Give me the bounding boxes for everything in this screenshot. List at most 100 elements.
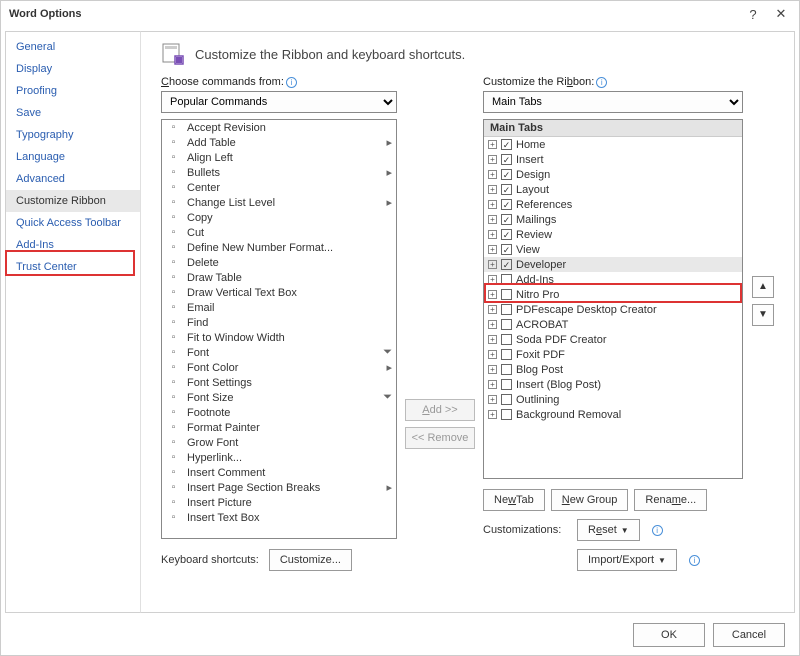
tab-item-references[interactable]: +✓References xyxy=(484,197,742,212)
expand-icon[interactable]: + xyxy=(488,245,497,254)
expand-icon[interactable]: + xyxy=(488,260,497,269)
cancel-button[interactable]: Cancel xyxy=(713,623,785,647)
checkbox[interactable] xyxy=(501,289,512,300)
add-button[interactable]: Add >> xyxy=(405,399,475,421)
command-item[interactable]: ▫Draw Table xyxy=(162,270,396,285)
expand-icon[interactable]: + xyxy=(488,170,497,179)
command-item[interactable]: ▫Draw Vertical Text Box xyxy=(162,285,396,300)
checkbox[interactable] xyxy=(501,379,512,390)
command-item[interactable]: ▫Font Size⏷ xyxy=(162,390,396,405)
sidebar-item-proofing[interactable]: Proofing xyxy=(6,80,140,102)
command-item[interactable]: ▫Cut xyxy=(162,225,396,240)
checkbox[interactable]: ✓ xyxy=(501,184,512,195)
checkbox[interactable]: ✓ xyxy=(501,169,512,180)
expand-icon[interactable]: + xyxy=(488,275,497,284)
sidebar-item-advanced[interactable]: Advanced xyxy=(6,168,140,190)
expand-icon[interactable]: + xyxy=(488,380,497,389)
checkbox[interactable]: ✓ xyxy=(501,154,512,165)
info-icon[interactable]: i xyxy=(596,77,607,88)
command-item[interactable]: ▫Change List Level▸ xyxy=(162,195,396,210)
checkbox[interactable] xyxy=(501,334,512,345)
tab-item-outlining[interactable]: +Outlining xyxy=(484,392,742,407)
checkbox[interactable] xyxy=(501,394,512,405)
checkbox[interactable] xyxy=(501,319,512,330)
tab-item-acrobat[interactable]: +ACROBAT xyxy=(484,317,742,332)
checkbox[interactable]: ✓ xyxy=(501,244,512,255)
checkbox[interactable]: ✓ xyxy=(501,199,512,210)
tab-item-nitro-pro[interactable]: +Nitro Pro xyxy=(484,287,742,302)
command-item[interactable]: ▫Insert Page Section Breaks▸ xyxy=(162,480,396,495)
move-down-button[interactable]: ▼ xyxy=(752,304,774,326)
command-item[interactable]: ▫Insert Picture xyxy=(162,495,396,510)
command-item[interactable]: ▫Font Settings xyxy=(162,375,396,390)
checkbox[interactable] xyxy=(501,349,512,360)
command-item[interactable]: ▫Email xyxy=(162,300,396,315)
expand-icon[interactable]: + xyxy=(488,215,497,224)
expand-icon[interactable]: + xyxy=(488,395,497,404)
tab-item-background-removal[interactable]: +Background Removal xyxy=(484,407,742,422)
expand-icon[interactable]: + xyxy=(488,185,497,194)
remove-button[interactable]: << Remove xyxy=(405,427,475,449)
info-icon[interactable]: i xyxy=(286,77,297,88)
expand-icon[interactable]: + xyxy=(488,155,497,164)
help-icon[interactable]: ? xyxy=(739,7,767,22)
import-export-button[interactable]: Import/Export▼ xyxy=(577,549,677,571)
info-icon[interactable]: i xyxy=(689,555,700,566)
tab-item-insert[interactable]: +✓Insert xyxy=(484,152,742,167)
expand-icon[interactable]: + xyxy=(488,140,497,149)
command-item[interactable]: ▫Align Left xyxy=(162,150,396,165)
sidebar-item-save[interactable]: Save xyxy=(6,102,140,124)
customize-shortcuts-button[interactable]: Customize... xyxy=(269,549,352,571)
command-item[interactable]: ▫Font⏷ xyxy=(162,345,396,360)
move-up-button[interactable]: ▲ xyxy=(752,276,774,298)
tab-item-add-ins[interactable]: +Add-Ins xyxy=(484,272,742,287)
expand-icon[interactable]: + xyxy=(488,335,497,344)
new-tab-button[interactable]: New Tab xyxy=(483,489,545,511)
tab-item-design[interactable]: +✓Design xyxy=(484,167,742,182)
checkbox[interactable]: ✓ xyxy=(501,259,512,270)
ok-button[interactable]: OK xyxy=(633,623,705,647)
choose-commands-combo[interactable]: Popular Commands xyxy=(161,91,397,113)
new-group-button[interactable]: New Group xyxy=(551,489,629,511)
tab-item-soda-pdf-creator[interactable]: +Soda PDF Creator xyxy=(484,332,742,347)
sidebar-item-quick-access-toolbar[interactable]: Quick Access Toolbar xyxy=(6,212,140,234)
checkbox[interactable]: ✓ xyxy=(501,229,512,240)
command-item[interactable]: ▫Grow Font xyxy=(162,435,396,450)
sidebar-item-trust-center[interactable]: Trust Center xyxy=(6,256,140,278)
command-item[interactable]: ▫Accept Revision xyxy=(162,120,396,135)
reset-button[interactable]: Reset▼ xyxy=(577,519,640,541)
expand-icon[interactable]: + xyxy=(488,320,497,329)
command-item[interactable]: ▫Hyperlink... xyxy=(162,450,396,465)
command-item[interactable]: ▫Copy xyxy=(162,210,396,225)
tab-item-insert-blog-post-[interactable]: +Insert (Blog Post) xyxy=(484,377,742,392)
tab-item-pdfescape-desktop-creator[interactable]: +PDFescape Desktop Creator xyxy=(484,302,742,317)
command-item[interactable]: ▫Footnote xyxy=(162,405,396,420)
command-item[interactable]: ▫Delete xyxy=(162,255,396,270)
sidebar-item-customize-ribbon[interactable]: Customize Ribbon xyxy=(6,190,140,212)
command-item[interactable]: ▫Find xyxy=(162,315,396,330)
tab-item-blog-post[interactable]: +Blog Post xyxy=(484,362,742,377)
tab-item-view[interactable]: +✓View xyxy=(484,242,742,257)
checkbox[interactable] xyxy=(501,409,512,420)
expand-icon[interactable]: + xyxy=(488,230,497,239)
command-item[interactable]: ▫Insert Comment xyxy=(162,465,396,480)
checkbox[interactable] xyxy=(501,274,512,285)
checkbox[interactable]: ✓ xyxy=(501,214,512,225)
sidebar-item-add-ins[interactable]: Add-Ins xyxy=(6,234,140,256)
command-item[interactable]: ▫Insert Text Box xyxy=(162,510,396,525)
expand-icon[interactable]: + xyxy=(488,350,497,359)
checkbox[interactable]: ✓ xyxy=(501,139,512,150)
tab-item-foxit-pdf[interactable]: +Foxit PDF xyxy=(484,347,742,362)
checkbox[interactable] xyxy=(501,364,512,375)
command-item[interactable]: ▫Fit to Window Width xyxy=(162,330,396,345)
sidebar-item-typography[interactable]: Typography xyxy=(6,124,140,146)
sidebar-item-language[interactable]: Language xyxy=(6,146,140,168)
command-item[interactable]: ▫Define New Number Format... xyxy=(162,240,396,255)
tab-item-home[interactable]: +✓Home xyxy=(484,137,742,152)
sidebar-item-general[interactable]: General xyxy=(6,36,140,58)
checkbox[interactable] xyxy=(501,304,512,315)
expand-icon[interactable]: + xyxy=(488,410,497,419)
command-item[interactable]: ▫Center xyxy=(162,180,396,195)
info-icon[interactable]: i xyxy=(652,525,663,536)
tab-item-layout[interactable]: +✓Layout xyxy=(484,182,742,197)
